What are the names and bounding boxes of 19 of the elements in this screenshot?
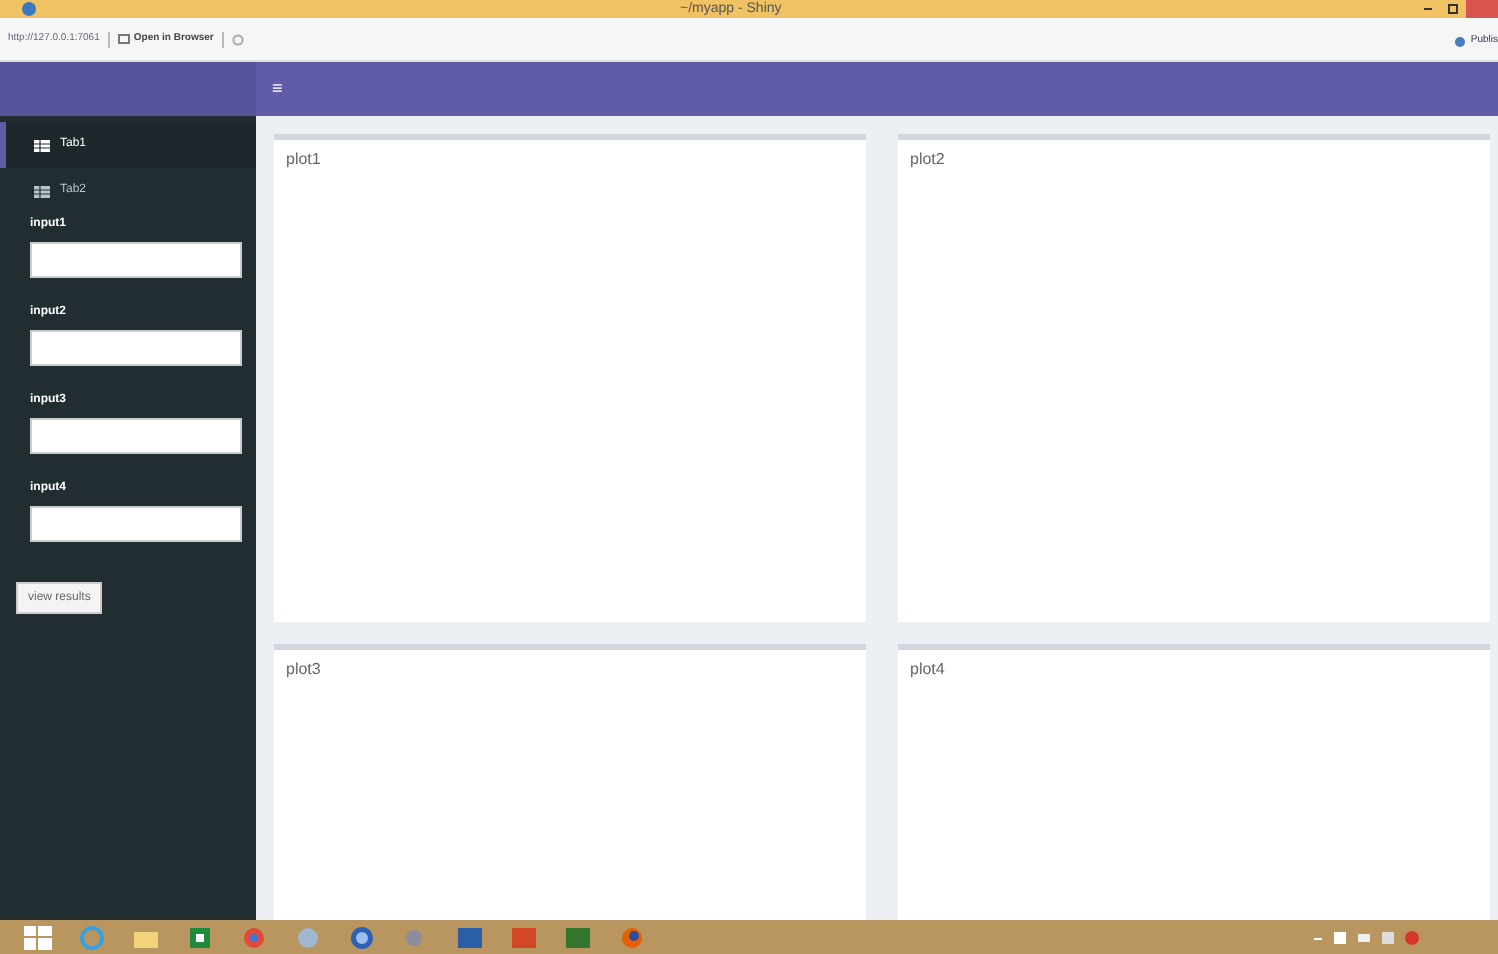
table-icon bbox=[34, 139, 50, 151]
input-field[interactable] bbox=[30, 418, 242, 454]
box-title: plot4 bbox=[908, 658, 947, 682]
input-field[interactable] bbox=[30, 330, 242, 366]
minimize-icon[interactable] bbox=[1424, 8, 1432, 10]
windows-icon[interactable] bbox=[24, 925, 52, 949]
box-title: plot2 bbox=[908, 148, 947, 172]
input-field[interactable] bbox=[30, 242, 242, 278]
app-icon bbox=[22, 2, 36, 16]
window-icon bbox=[117, 34, 130, 44]
input-field[interactable] bbox=[30, 506, 242, 542]
menu-button[interactable]: ≡ bbox=[272, 75, 283, 103]
maximize-icon[interactable] bbox=[1448, 4, 1458, 14]
box-title: plot1 bbox=[284, 148, 323, 172]
box-title: plot3 bbox=[284, 658, 323, 682]
publish-icon bbox=[1454, 36, 1467, 48]
refresh-icon[interactable] bbox=[231, 33, 244, 45]
table-icon bbox=[34, 185, 50, 197]
app-icon[interactable] bbox=[294, 925, 322, 949]
